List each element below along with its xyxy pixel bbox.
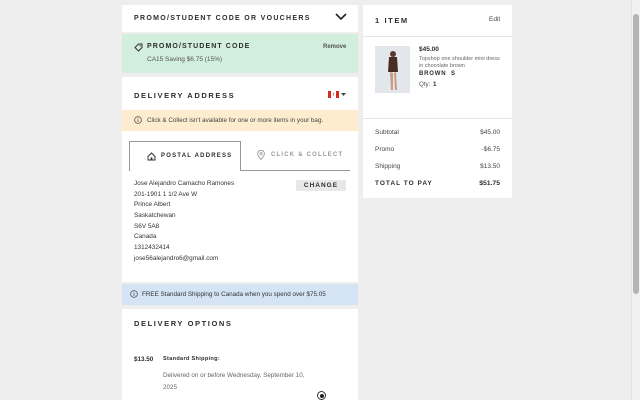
tab-click-collect[interactable]: CLICK & COLLECT <box>240 141 350 171</box>
notice-text: Click & Collect isn't available for one … <box>147 117 324 124</box>
item-color: BROWN <box>419 71 447 77</box>
item-size: S <box>451 71 456 77</box>
info-icon <box>130 290 138 298</box>
address-line: jose56alejandro6@gmail.com <box>134 254 219 262</box>
shipping-eta-year: 2025 <box>163 384 178 391</box>
free-shipping-text: FREE Standard Shipping to Canada when yo… <box>142 291 326 298</box>
total-label: TOTAL TO PAY <box>375 180 433 187</box>
edit-bag-link[interactable]: Edit <box>489 16 500 23</box>
subtotal-label: Subtotal <box>375 129 399 136</box>
shipping-radio-button[interactable] <box>317 391 326 400</box>
delivery-address-title: DELIVERY ADDRESS <box>134 91 236 100</box>
canada-flag-icon <box>328 91 339 98</box>
caret-down-icon <box>341 93 346 96</box>
item-name[interactable]: Topshop one shoulder mini dress <box>419 56 500 62</box>
delivery-options-title: DELIVERY OPTIONS <box>134 319 233 328</box>
address-line: 1312432414 <box>134 244 170 252</box>
info-icon <box>134 116 142 124</box>
item-price: $45.00 <box>419 46 439 53</box>
address-line: Prince Albert <box>134 201 171 209</box>
promo-value: -$6.75 <box>481 146 500 153</box>
change-address-button[interactable]: CHANGE <box>296 180 346 191</box>
shipping-price: $13.50 <box>134 356 154 363</box>
address-line: Saskatchewan <box>134 212 176 220</box>
home-icon <box>147 152 156 161</box>
delivery-options-section: DELIVERY OPTIONS $13.50 Standard Shippin… <box>122 309 358 400</box>
summary-title: 1 ITEM <box>375 16 409 25</box>
promo-code: CA15 <box>147 56 164 63</box>
location-pin-icon <box>257 150 265 160</box>
tab-postal-address[interactable]: POSTAL ADDRESS <box>129 141 241 171</box>
address-line: S6V 5A8 <box>134 222 160 230</box>
address-line: Jose Alejandro Camacho Ramones <box>134 180 235 187</box>
page-scrollbar[interactable] <box>631 0 640 400</box>
total-value: $51.75 <box>479 180 500 187</box>
address-block: Jose Alejandro Camacho Ramones 201-1901 … <box>134 180 234 266</box>
shipping-label: Shipping <box>375 163 401 170</box>
address-line: 201-1901 1 1/2 Ave W <box>134 190 198 198</box>
country-selector[interactable] <box>328 91 346 98</box>
promo-title: PROMO/STUDENT CODE OR VOUCHERS <box>134 15 311 22</box>
remove-promo-link[interactable]: Remove <box>323 44 346 50</box>
shipping-method: Standard Shipping: <box>163 356 220 362</box>
tab-click-collect-label: CLICK & COLLECT <box>271 152 344 158</box>
divider <box>363 118 512 119</box>
shipping-value: $13.50 <box>480 163 500 170</box>
subtotal-value: $45.00 <box>480 129 500 136</box>
item-name-cont[interactable]: in chocolate brown <box>419 63 465 69</box>
scrollbar-thumb[interactable] <box>633 14 639 294</box>
product-image[interactable] <box>375 46 410 93</box>
free-shipping-banner: FREE Standard Shipping to Canada when yo… <box>122 284 358 305</box>
tag-icon <box>134 43 143 52</box>
promo-section: PROMO/STUDENT CODE OR VOUCHERS <box>122 5 358 32</box>
item-qty: 1 <box>433 81 437 88</box>
promo-applied-box: PROMO/STUDENT CODE Remove CA15 Saving $6… <box>122 34 358 73</box>
item-qty-label: Qty: <box>419 81 431 88</box>
promo-applied-title: PROMO/STUDENT CODE <box>147 43 251 50</box>
address-line: Canada <box>134 233 157 241</box>
order-summary: 1 ITEM Edit $45.00 Topshop one shoulder … <box>363 5 512 198</box>
divider <box>363 36 512 37</box>
promo-saving: Saving $6.75 (15%) <box>165 56 223 63</box>
click-collect-notice: Click & Collect isn't available for one … <box>122 110 358 131</box>
promo-label: Promo <box>375 146 395 153</box>
chevron-down-icon[interactable] <box>335 13 347 21</box>
shipping-eta: Delivered on or before Wednesday, Septem… <box>163 372 305 379</box>
tab-postal-address-label: POSTAL ADDRESS <box>161 153 233 159</box>
